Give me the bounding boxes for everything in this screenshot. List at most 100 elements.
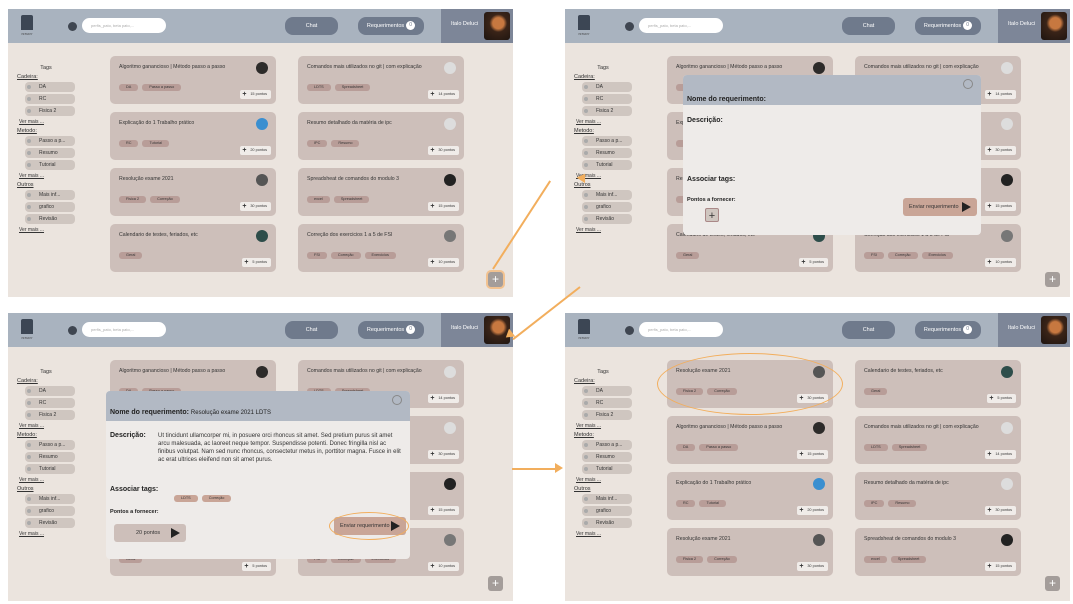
logo-icon[interactable]: ISTUDY — [574, 319, 594, 343]
add-points-button[interactable]: 15 pontos — [985, 562, 1016, 571]
add-request-button[interactable]: + — [488, 576, 503, 591]
request-card[interactable]: Resumo detalhado da matéria de ipc IPCRes… — [298, 112, 464, 160]
sidebar-tag-chip[interactable]: Resumo — [582, 452, 632, 462]
add-points-button[interactable]: 30 pontos — [428, 450, 459, 459]
add-points-button[interactable]: 30 pontos — [428, 146, 459, 155]
request-card[interactable]: Calendario de testes, feriados, etc Geral… — [855, 360, 1021, 408]
search-input[interactable]: perfis_pato, beta pato,... — [82, 18, 166, 33]
tag-chip[interactable]: excel — [307, 196, 330, 203]
user-profile[interactable]: Italo Deluci — [998, 9, 1070, 43]
tag-chip[interactable]: Correção — [887, 252, 918, 259]
sidebar-tag-chip[interactable]: Mais inf... — [25, 190, 75, 200]
sidebar-tag-chip[interactable]: Tutorial — [582, 464, 632, 474]
close-icon[interactable] — [963, 79, 973, 89]
modal-desc-text[interactable]: Ut tincidunt ullamcorper mi, in posuere … — [158, 432, 402, 464]
user-profile[interactable]: Italo Deluci — [998, 313, 1070, 347]
sidebar-tag-chip[interactable]: RC — [25, 398, 75, 408]
tag-chip[interactable]: FSI — [307, 252, 327, 259]
sidebar-tag-chip[interactable]: RC — [582, 94, 632, 104]
tag-chip[interactable]: Geral — [119, 252, 143, 259]
menu-dot-icon[interactable] — [68, 22, 77, 31]
see-more-link[interactable]: Ver mais ... — [19, 173, 75, 179]
logo-icon[interactable]: ISTUDY — [17, 15, 37, 39]
sidebar-tag-chip[interactable]: Resumo — [582, 148, 632, 158]
sidebar-tag-chip[interactable]: RC — [582, 398, 632, 408]
tag-chip[interactable]: Geral — [676, 252, 700, 259]
sidebar-tag-chip[interactable]: Tutorial — [25, 160, 75, 170]
sidebar-tag-chip[interactable]: grafico — [582, 202, 632, 212]
sidebar-tag-chip[interactable]: Mais inf... — [582, 190, 632, 200]
add-points-button[interactable]: 20 pontos — [240, 146, 271, 155]
menu-dot-icon[interactable] — [625, 326, 634, 335]
sidebar-tag-chip[interactable]: Passo a p... — [582, 136, 632, 146]
request-card[interactable]: Calendario de testes, feriados, etc Geral… — [110, 224, 276, 272]
tag-chip[interactable]: Exercicios — [921, 252, 953, 259]
see-more-link[interactable]: Ver mais ... — [19, 227, 75, 233]
requests-button[interactable]: Requerimentos 0 — [915, 321, 981, 339]
sidebar-tag-chip[interactable]: Fisica 2 — [582, 106, 632, 116]
add-points-button[interactable]: 5 pontos — [242, 562, 271, 571]
see-more-link[interactable]: Ver mais ... — [576, 423, 632, 429]
add-points-button[interactable]: 15 pontos — [428, 202, 459, 211]
sidebar-tag-chip[interactable]: Fisica 2 — [25, 410, 75, 420]
sidebar-tag-chip[interactable]: Passo a p... — [25, 136, 75, 146]
add-points-button[interactable]: 15 pontos — [428, 506, 459, 515]
sidebar-tag-chip[interactable]: Tutorial — [25, 464, 75, 474]
see-more-link[interactable]: Ver mais ... — [19, 531, 75, 537]
sidebar-tag-chip[interactable]: Mais inf... — [582, 494, 632, 504]
add-points-button[interactable]: 30 pontos — [797, 562, 828, 571]
sidebar-tag-chip[interactable]: RC — [25, 94, 75, 104]
tag-chip[interactable]: LDTS — [174, 495, 198, 502]
tag-chip[interactable]: Resumo — [331, 140, 360, 147]
tag-chip[interactable]: RC — [119, 140, 139, 147]
tag-chip[interactable]: Spreadsheet — [333, 196, 370, 203]
requests-button[interactable]: Requerimentos 0 — [358, 17, 424, 35]
send-request-button[interactable]: Enviar requerimento — [903, 198, 977, 216]
chat-button[interactable]: Chat — [842, 17, 895, 35]
close-icon[interactable] — [392, 395, 402, 405]
add-points-button[interactable]: 15 pontos — [985, 202, 1016, 211]
request-card[interactable]: Explicação do 1 Trabalho prático RCTutori… — [110, 112, 276, 160]
tag-chip[interactable]: Geral — [864, 388, 888, 395]
sidebar-tag-chip[interactable]: DA — [25, 386, 75, 396]
add-request-button[interactable]: + — [1045, 272, 1060, 287]
tag-chip[interactable]: DA — [676, 444, 696, 451]
requests-button[interactable]: Requerimentos 0 — [358, 321, 424, 339]
logo-icon[interactable]: ISTUDY — [17, 319, 37, 343]
see-more-link[interactable]: Ver mais ... — [19, 119, 75, 125]
search-input[interactable]: perfis_pato, beta pato,... — [82, 322, 166, 337]
search-input[interactable]: perfis_pato, beta pato,... — [639, 18, 723, 33]
see-more-link[interactable]: Ver mais ... — [576, 531, 632, 537]
menu-dot-icon[interactable] — [68, 326, 77, 335]
see-more-link[interactable]: Ver mais ... — [19, 477, 75, 483]
add-points-button[interactable]: 14 pontos — [428, 394, 459, 403]
tag-chip[interactable]: LDTS — [307, 84, 331, 91]
tag-chip[interactable]: Passo a passo — [699, 444, 739, 451]
request-card[interactable]: Algoritmo ganancioso | Método passo a pa… — [667, 416, 833, 464]
request-card[interactable]: Spreadsheat de comandos do modulo 3 excel… — [855, 528, 1021, 576]
add-points-button[interactable]: 30 pontos — [985, 146, 1016, 155]
tag-chip[interactable]: Spreadsheet — [890, 556, 927, 563]
points-field[interactable]: 20 pontos — [114, 524, 186, 542]
request-card[interactable]: Correção dos exercicios 1 a 5 de FSI FSIC… — [298, 224, 464, 272]
add-points-button[interactable]: 14 pontos — [985, 450, 1016, 459]
tag-chip[interactable]: RC — [676, 500, 696, 507]
tag-chip[interactable]: Fisica 2 — [119, 196, 147, 203]
add-points-button[interactable]: 14 pontos — [428, 90, 459, 99]
tag-chip[interactable]: FSI — [864, 252, 884, 259]
tag-chip[interactable]: Correção — [150, 196, 180, 203]
user-profile[interactable]: Italo Deluci — [441, 9, 513, 43]
sidebar-tag-chip[interactable]: Fisica 2 — [25, 106, 75, 116]
tag-chip[interactable]: IPC — [864, 500, 885, 507]
tag-chip[interactable]: IPC — [307, 140, 328, 147]
request-card[interactable]: Resolução exame 2021 Fisica 2Correção 30 p… — [667, 528, 833, 576]
tag-chip[interactable]: Tutorial — [142, 140, 170, 147]
tag-chip[interactable]: Correção — [707, 556, 737, 563]
sidebar-tag-chip[interactable]: DA — [582, 386, 632, 396]
sidebar-tag-chip[interactable]: Resumo — [25, 148, 75, 158]
tag-chip[interactable]: Exercicios — [364, 252, 396, 259]
tag-chip[interactable]: Fisica 2 — [676, 556, 704, 563]
tag-chip[interactable]: Correção — [201, 495, 232, 502]
tag-chip[interactable]: LDTS — [864, 444, 888, 451]
sidebar-tag-chip[interactable]: grafico — [25, 202, 75, 212]
